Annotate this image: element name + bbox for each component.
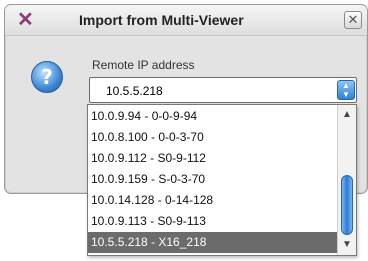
dropdown-option[interactable]: 10.0.14.128 - 0-14-128 — [88, 190, 340, 211]
scroll-down-icon[interactable]: ▼ — [341, 239, 353, 251]
remote-ip-value: 10.5.5.218 — [106, 84, 163, 98]
scroll-thumb[interactable] — [341, 175, 353, 235]
dropdown-option[interactable]: 10.0.9.159 - S-0-3-70 — [88, 169, 340, 190]
dropdown-option[interactable]: 10.0.9.94 - 0-0-9-94 — [88, 106, 340, 127]
scroll-up-icon[interactable]: ▲ — [341, 109, 353, 121]
dropdown-option[interactable]: 10.0.8.100 - 0-0-3-70 — [88, 127, 340, 148]
close-button[interactable]: ✕ — [344, 11, 362, 29]
question-icon: ? — [31, 61, 63, 93]
remote-ip-combobox[interactable]: 10.5.5.218 ▲ ▼ — [89, 77, 357, 103]
ip-dropdown-list: 10.0.9.94 - 0-0-9-94 10.0.8.100 - 0-0-3-… — [87, 104, 357, 256]
remote-ip-label: Remote IP address — [92, 58, 195, 72]
dropdown-option[interactable]: 10.0.9.112 - S0-9-112 — [88, 148, 340, 169]
title-bar[interactable]: ✕ Import from Multi-Viewer ✕ — [5, 5, 367, 36]
app-logo-icon: ✕ — [17, 9, 34, 31]
dropdown-scrollbar[interactable]: ▲ ▼ — [337, 105, 356, 255]
dropdown-option[interactable]: 10.0.9.113 - S0-9-113 — [88, 211, 340, 232]
dropdown-option-selected[interactable]: 10.5.5.218 - X16_218 — [88, 232, 340, 253]
window-title: Import from Multi-Viewer — [79, 12, 244, 28]
combo-arrow-icon[interactable]: ▲ ▼ — [337, 80, 355, 100]
